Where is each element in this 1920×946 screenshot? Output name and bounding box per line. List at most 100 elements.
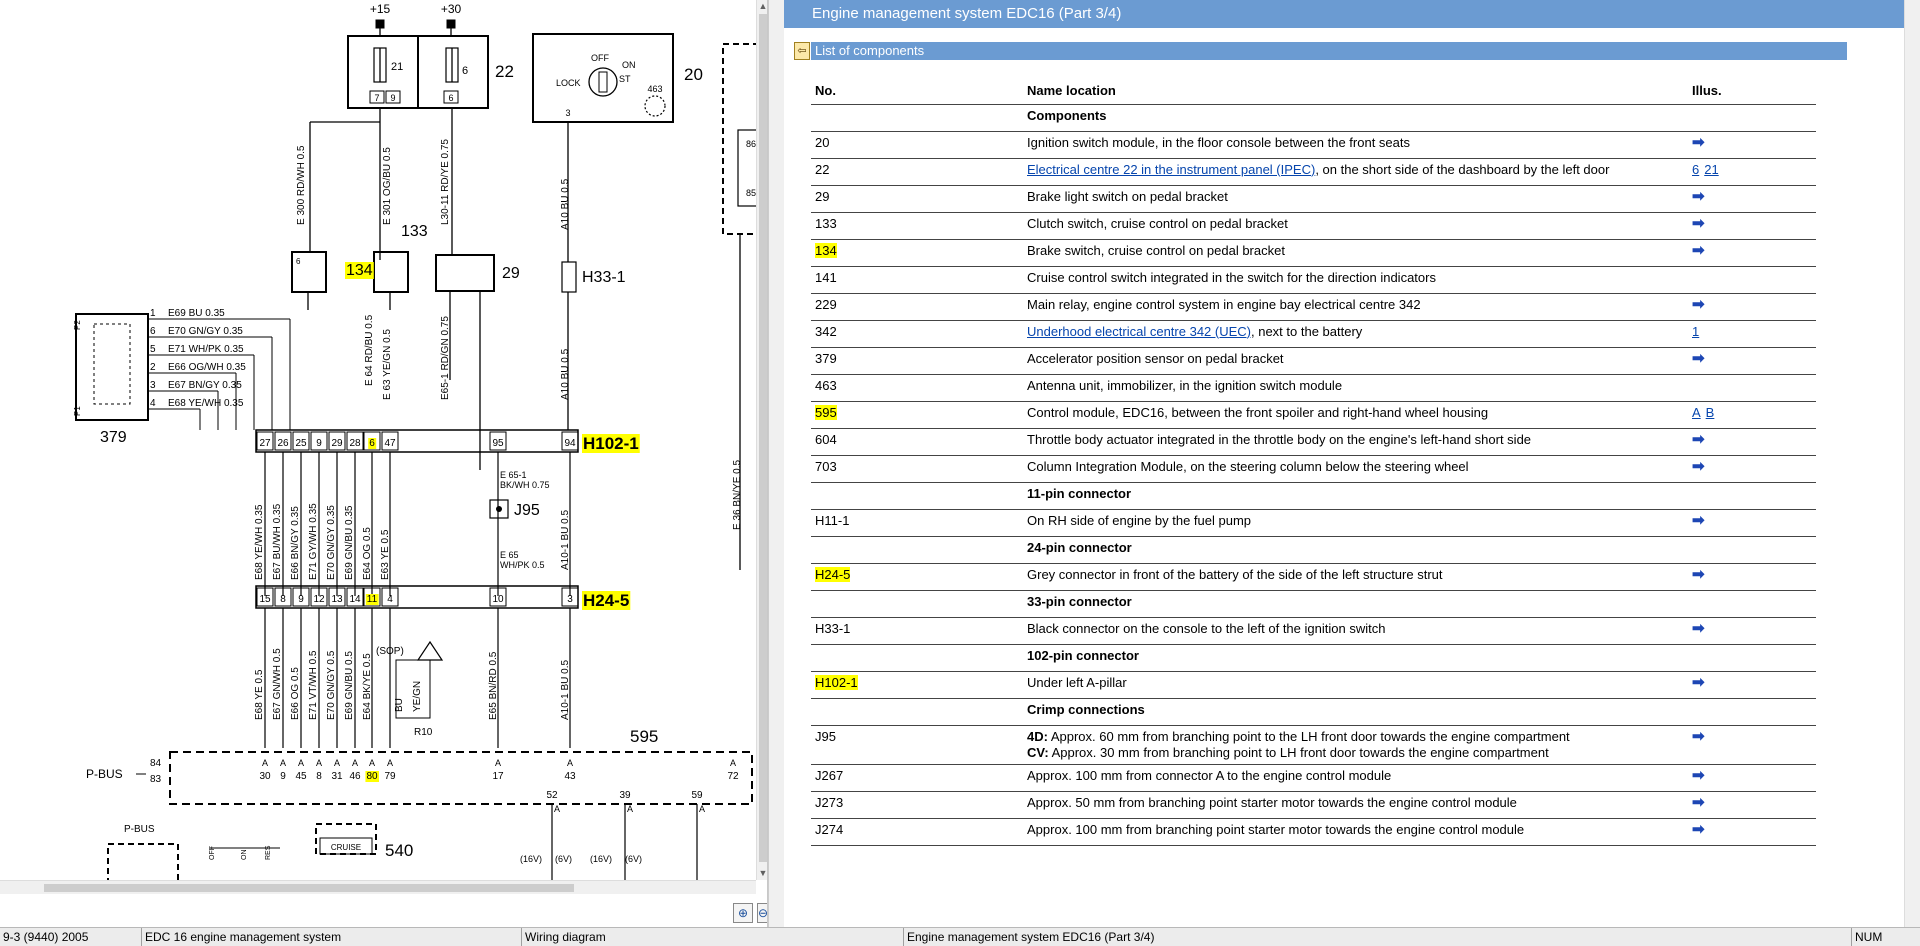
arrow-right-icon[interactable]: ➡ — [1692, 767, 1705, 784]
page-title: Engine management system EDC16 (Part 3/4… — [784, 0, 1904, 28]
diagram-label: 540 — [385, 841, 413, 860]
diagram-label: E71 GY/WH 0.35 — [308, 503, 319, 580]
arrow-right-icon[interactable]: ➡ — [1692, 458, 1705, 475]
diagram-label: P1 — [73, 406, 82, 416]
arrow-right-icon[interactable]: ➡ — [1692, 296, 1705, 313]
back-icon[interactable]: ⇦ — [794, 42, 810, 60]
pane-splitter[interactable] — [768, 0, 784, 927]
diagram-label: A — [730, 758, 736, 768]
scroll-down-icon[interactable]: ▼ — [757, 867, 767, 879]
wiring-diagram[interactable]: +15 +3021 67 9 622OFFONLOCK ST4633208685E 300… — [0, 0, 756, 880]
diagram-box — [435, 254, 495, 292]
diagram-label: +15 — [370, 2, 391, 16]
component-link[interactable]: Underhood electrical centre 342 (UEC) — [1027, 324, 1251, 339]
zoom-in-button[interactable]: ⊕ — [733, 903, 753, 923]
arrow-right-icon[interactable]: ➡ — [1692, 215, 1705, 232]
table-row: 703 Column Integration Module, on the ste… — [811, 455, 1816, 483]
diagram-label: E67 BU/WH 0.35 — [272, 503, 283, 580]
component-no-text: 29 — [815, 188, 830, 204]
scroll-thumb[interactable] — [759, 14, 767, 862]
diagram-vertical-scrollbar[interactable]: ▲ ▼ — [756, 0, 767, 880]
component-name: Black connector on the console to the le… — [1023, 617, 1688, 645]
table-group-row: 33-pin connector — [811, 590, 1816, 618]
illus-cell: ➡ — [1688, 347, 1816, 375]
diagram-label: 7 — [374, 93, 379, 103]
arrow-right-icon[interactable]: ➡ — [1692, 566, 1705, 583]
arrow-right-icon[interactable]: ➡ — [1692, 620, 1705, 637]
zoom-out-button[interactable]: ⊖ — [757, 903, 767, 923]
component-name: Throttle body actuator integrated in the… — [1023, 428, 1688, 456]
illus-cell: ➡ — [1688, 818, 1816, 846]
illus-link[interactable]: A — [1692, 405, 1701, 420]
diagram-label: E68 YE/WH 0.35 — [168, 398, 244, 409]
scroll-up-icon[interactable]: ▲ — [757, 0, 767, 12]
arrow-right-icon[interactable]: ➡ — [1692, 728, 1705, 745]
diagram-label: L30-11 RD/YE 0.75 — [440, 139, 451, 225]
table-row: 20 Ignition switch module, in the floor c… — [811, 131, 1816, 159]
arrow-right-icon[interactable]: ➡ — [1692, 242, 1705, 259]
illus-cell: ➡ — [1688, 293, 1816, 321]
component-name: Approx. 50 mm from branching point start… — [1023, 791, 1688, 819]
component-no-text: J95 — [815, 728, 836, 744]
illus-link[interactable]: 6 — [1692, 162, 1699, 177]
group-title: 11-pin connector — [1023, 482, 1688, 510]
component-no-text: 604 — [815, 431, 837, 447]
diagram-box — [93, 323, 131, 405]
illus-link[interactable]: 21 — [1704, 162, 1718, 177]
diagram-label: 379 — [100, 429, 127, 446]
component-no-text: 703 — [815, 458, 837, 474]
component-link[interactable]: Electrical centre 22 in the instrument p… — [1027, 162, 1315, 177]
diagram-horizontal-scrollbar[interactable] — [0, 880, 756, 894]
diagram-box — [375, 19, 385, 29]
component-no: J95 — [811, 725, 1023, 765]
diagram-label: P-BUS — [86, 767, 123, 781]
diagram-label: E65 BN/RD 0.5 — [488, 651, 499, 720]
diagram-label: E 64 RD/BU 0.5 — [364, 314, 375, 386]
page-vertical-scrollbar[interactable] — [1904, 0, 1920, 927]
component-no: 229 — [811, 293, 1023, 321]
arrow-right-icon[interactable]: ➡ — [1692, 134, 1705, 151]
diagram-label: A — [554, 804, 560, 814]
diagram-label: E70 GN/GY 0.35 — [326, 505, 337, 580]
table-row: 604 Throttle body actuator integrated in … — [811, 428, 1816, 456]
illus-cell: 1 — [1688, 320, 1816, 348]
diagram-label: 39 — [619, 790, 631, 801]
arrow-right-icon[interactable]: ➡ — [1692, 188, 1705, 205]
diagram-label: 59 — [691, 790, 703, 801]
table-row: 463 Antenna unit, immobilizer, in the ign… — [811, 374, 1816, 402]
arrow-right-icon[interactable]: ➡ — [1692, 674, 1705, 691]
arrow-right-icon[interactable]: ➡ — [1692, 821, 1705, 838]
diagram-label: P-BUS — [124, 824, 155, 835]
illus-link[interactable]: 1 — [1692, 324, 1699, 339]
component-no-text: J267 — [815, 767, 844, 783]
table-row: H11-1 On RH side of engine by the fuel pu… — [811, 509, 1816, 537]
diagram-label: E69 GN/BU 0.5 — [344, 651, 355, 720]
diagram-label: 3 — [565, 108, 570, 118]
arrow-right-icon[interactable]: ➡ — [1692, 350, 1705, 367]
table-group-row: 102-pin connector — [811, 644, 1816, 672]
diagram-label: 45 — [295, 771, 307, 782]
component-no: H33-1 — [811, 617, 1023, 645]
arrow-right-icon[interactable]: ➡ — [1692, 794, 1705, 811]
table-row: H102-1 Under left A-pillar ➡ — [811, 671, 1816, 699]
table-group-row: 11-pin connector — [811, 482, 1816, 510]
component-no: H11-1 — [811, 509, 1023, 537]
diagram-label: E66 OG 0.5 — [290, 667, 301, 720]
diagram-label: A — [316, 758, 322, 768]
illus-cell: ➡ — [1688, 185, 1816, 213]
diagram-label: A10-1 BU 0.5 — [560, 660, 571, 720]
component-name-text: On RH side of engine by the fuel pump — [1027, 512, 1252, 528]
wiring-diagram-pane[interactable]: +15 +30 21 6 7 9 6 22 OFF ON LOCK ST 463 3 20 86 85 E 300… — [0, 0, 768, 927]
scroll-thumb[interactable] — [44, 884, 574, 892]
diagram-label: 463 — [647, 84, 662, 94]
diagram-label: A — [699, 804, 705, 814]
component-name-text: Throttle body actuator integrated in the… — [1027, 431, 1532, 447]
arrow-right-icon[interactable]: ➡ — [1692, 431, 1705, 448]
diagram-label: 134 — [346, 262, 373, 279]
component-name: Antenna unit, immobilizer, in the igniti… — [1023, 374, 1688, 402]
section-title: List of components — [811, 42, 1847, 60]
illus-link[interactable]: B — [1706, 405, 1715, 420]
component-no-text: 133 — [815, 215, 837, 231]
arrow-right-icon[interactable]: ➡ — [1692, 512, 1705, 529]
diagram-label: ON — [241, 850, 248, 861]
